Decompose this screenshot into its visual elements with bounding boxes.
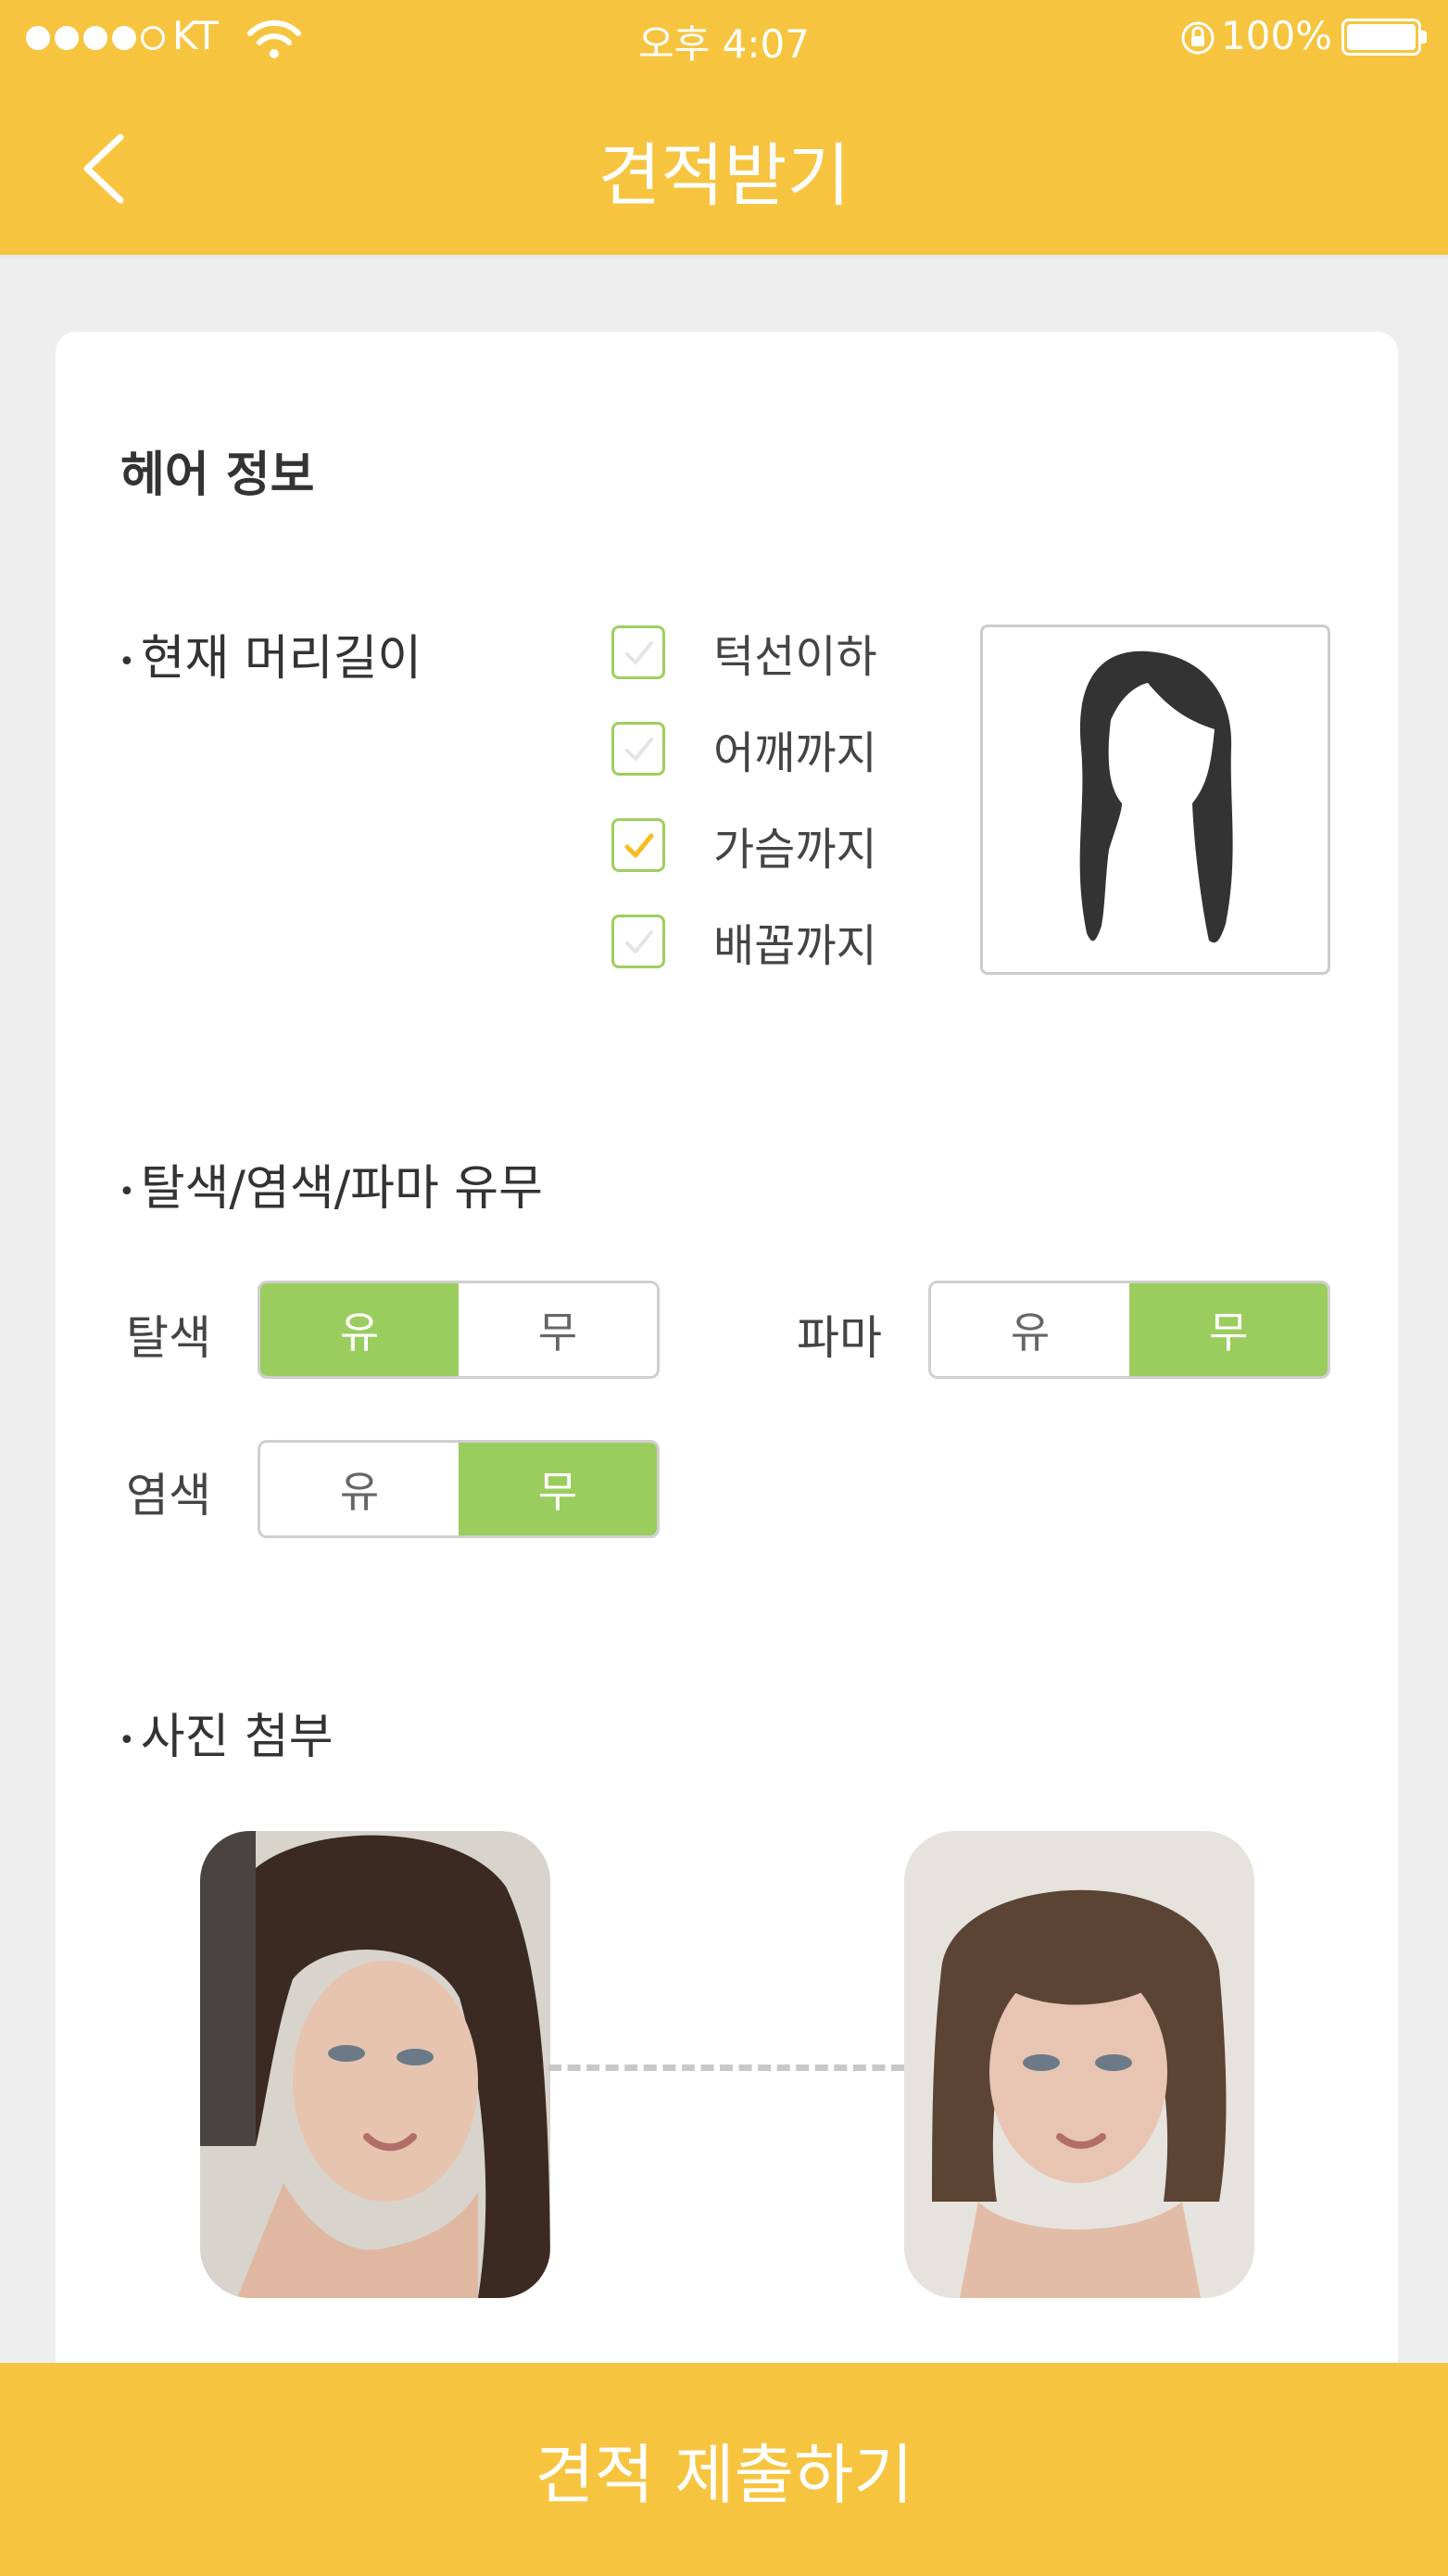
checkmark-icon bbox=[625, 738, 653, 761]
hair-length-label-text: 현재 머리길이 bbox=[140, 631, 422, 687]
reference-hair-photo[interactable] bbox=[904, 1831, 1254, 2298]
current-hair-photo-image bbox=[200, 1831, 550, 2298]
checkbox-checked[interactable] bbox=[611, 818, 665, 872]
perm-no-option[interactable]: 무 bbox=[1129, 1283, 1328, 1376]
length-option-shoulder[interactable]: 어깨까지 bbox=[611, 721, 877, 779]
checkbox[interactable] bbox=[611, 915, 665, 968]
section-title: 헤어 정보 bbox=[120, 448, 315, 503]
checkmark-icon bbox=[625, 641, 653, 664]
photo-attach-label-text: 사진 첨부 bbox=[140, 1710, 334, 1765]
orientation-lock-icon bbox=[1181, 21, 1215, 55]
app-header: KT 오후 4:07 100% 견적받기 bbox=[0, 0, 1448, 258]
length-option-chin[interactable]: 턱선이하 bbox=[611, 625, 877, 683]
treatment-label: • 탈색/염색/파마 유무 bbox=[119, 1161, 543, 1217]
reference-hair-photo-image bbox=[904, 1831, 1254, 2298]
length-option-navel[interactable]: 배꼽까지 bbox=[611, 914, 877, 972]
bleach-yes-option[interactable]: 유 bbox=[260, 1283, 459, 1376]
photo-attach-label: • 사진 첨부 bbox=[119, 1710, 334, 1765]
perm-label: 파마 bbox=[797, 1311, 882, 1365]
checkbox[interactable] bbox=[611, 722, 665, 776]
dye-label: 염색 bbox=[126, 1469, 211, 1522]
checkbox[interactable] bbox=[611, 625, 665, 679]
page-title: 견적받기 bbox=[598, 136, 850, 216]
option-label: 가슴까지 bbox=[713, 824, 877, 876]
dye-no-option[interactable]: 무 bbox=[459, 1443, 657, 1535]
bleach-toggle[interactable]: 유 무 bbox=[258, 1281, 660, 1379]
length-option-chest[interactable]: 가슴까지 bbox=[611, 817, 877, 876]
hair-length-label: • 현재 머리길이 bbox=[119, 631, 422, 687]
dye-toggle[interactable]: 유 무 bbox=[258, 1440, 660, 1538]
submit-quote-button[interactable]: 견적 제출하기 bbox=[0, 2363, 1448, 2576]
photo-compare-divider bbox=[548, 2065, 904, 2071]
long-hair-silhouette-icon bbox=[1079, 650, 1233, 943]
bleach-no-option[interactable]: 무 bbox=[459, 1283, 657, 1376]
perm-yes-option[interactable]: 유 bbox=[931, 1283, 1129, 1376]
dye-yes-option[interactable]: 유 bbox=[260, 1443, 459, 1535]
perm-toggle[interactable]: 유 무 bbox=[928, 1281, 1330, 1379]
hair-length-preview bbox=[980, 625, 1330, 975]
current-hair-photo[interactable] bbox=[200, 1831, 550, 2298]
bleach-label: 탈색 bbox=[126, 1311, 211, 1365]
option-label: 어깨까지 bbox=[713, 727, 877, 779]
checkmark-icon bbox=[625, 930, 653, 953]
battery-percent: 100% bbox=[1221, 13, 1333, 58]
option-label: 턱선이하 bbox=[713, 631, 877, 683]
checkmark-icon bbox=[624, 833, 654, 858]
option-label: 배꼽까지 bbox=[713, 920, 877, 972]
status-bar: KT 오후 4:07 100% bbox=[0, 0, 1448, 74]
treatment-label-text: 탈색/염색/파마 유무 bbox=[140, 1161, 543, 1217]
battery-icon bbox=[1341, 19, 1427, 56]
